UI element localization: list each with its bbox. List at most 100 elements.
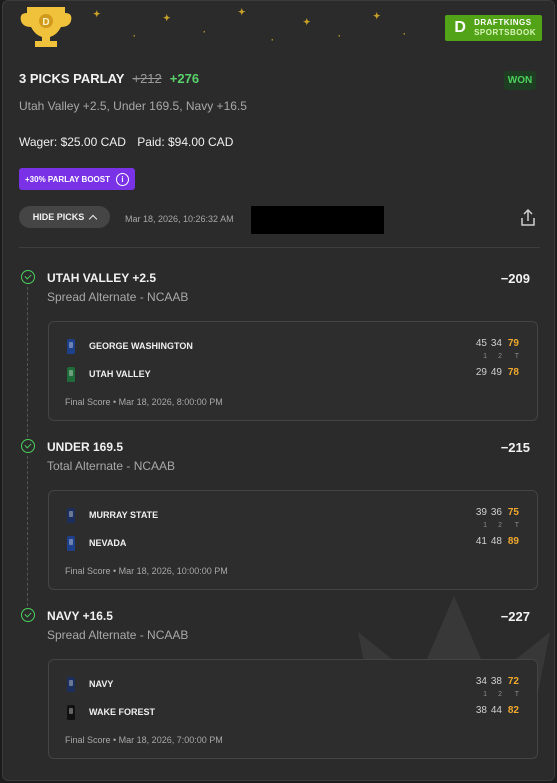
leg-connector — [27, 456, 28, 606]
leg-title: UNDER 169.5 — [47, 440, 124, 454]
game-score-card[interactable]: GEORGE WASHINGTON 45 34 79 1 2 T UTAH VA… — [48, 321, 538, 421]
leg-connector — [27, 287, 28, 437]
score-line: 45 34 79 — [472, 338, 519, 349]
jersey-icon — [67, 338, 75, 354]
trophy-icon: D — [20, 7, 72, 47]
draftkings-logo[interactable]: D DRAFTKINGS SPORTSBOOK — [445, 15, 542, 41]
team-row: NEVADA — [67, 535, 126, 551]
status-badge: WON — [504, 71, 536, 90]
final-score-info: Final Score • Mar 18, 2026, 8:00:00 PM — [65, 397, 223, 407]
period-1-header: 1 — [483, 522, 487, 529]
leg-odds: −209 — [500, 271, 530, 286]
selections-summary: Utah Valley +2.5, Under 169.5, Navy +16.… — [19, 99, 247, 113]
score-line: 38 44 82 — [472, 705, 519, 716]
period-headers: 1 2 T — [472, 353, 519, 360]
divider — [19, 247, 540, 248]
period-2-score: 48 — [490, 536, 502, 547]
period-1-score: 41 — [475, 536, 487, 547]
confetti-icon: · — [338, 31, 341, 41]
team-row: GEORGE WASHINGTON — [67, 338, 193, 354]
total-header: T — [514, 691, 519, 698]
period-headers: 1 2 T — [472, 522, 519, 529]
period-2-score: 44 — [490, 705, 502, 716]
confetti-icon: · — [203, 27, 206, 37]
total-score: 79 — [507, 338, 519, 349]
team-name: MURRAY STATE — [89, 510, 159, 520]
celebration-header: D ✦ · ✦ · ✦ · ✦ · ✦ · D DRAFTKINGS SPORT… — [3, 1, 554, 51]
period-1-score: 38 — [475, 705, 487, 716]
hide-picks-button[interactable]: HIDE PICKS — [19, 206, 110, 228]
confetti-icon: · — [133, 31, 136, 41]
boosted-odds: +276 — [169, 71, 200, 86]
brand-line-1: DRAFTKINGS — [474, 18, 532, 27]
period-1-header: 1 — [483, 353, 487, 360]
team-row: UTAH VALLEY — [67, 366, 151, 382]
bet-title: 3 PICKS PARLAY — [19, 71, 125, 86]
team-name: NAVY — [89, 679, 114, 689]
total-score: 75 — [507, 507, 519, 518]
period-2-score: 34 — [490, 338, 502, 349]
period-2-header: 2 — [498, 353, 502, 360]
total-score: 72 — [507, 676, 519, 687]
parlay-boost-badge[interactable]: +30% PARLAY BOOST i — [19, 168, 135, 190]
confetti-icon: ✦ — [163, 13, 171, 23]
draftkings-crown-icon: D — [454, 19, 466, 36]
hide-picks-label: HIDE PICKS — [32, 212, 85, 222]
final-score-info: Final Score • Mar 18, 2026, 10:00:00 PM — [65, 566, 228, 576]
bet-title-row: 3 PICKS PARLAY +212 +276 — [19, 71, 199, 86]
bet-card: D ✦ · ✦ · ✦ · ✦ · ✦ · D DRAFTKINGS SPORT… — [2, 0, 555, 781]
period-1-score: 29 — [475, 367, 487, 378]
paid-amount: Paid: $94.00 CAD — [137, 135, 234, 149]
total-header: T — [514, 522, 519, 529]
info-icon[interactable]: i — [116, 172, 129, 186]
jersey-icon — [67, 676, 75, 692]
bet-timestamp: Mar 18, 2026, 10:26:32 AM — [125, 214, 234, 224]
total-header: T — [514, 353, 519, 360]
jersey-icon — [67, 535, 75, 551]
boost-label: +30% PARLAY BOOST — [25, 174, 110, 184]
leg-title: NAVY +16.5 — [47, 609, 113, 623]
final-score-info: Final Score • Mar 18, 2026, 7:00:00 PM — [65, 735, 223, 745]
leg-market: Spread Alternate - NCAAB — [47, 628, 189, 642]
score-line: 34 38 72 — [472, 676, 519, 687]
wager-row: Wager: $25.00 CAD Paid: $94.00 CAD — [19, 135, 241, 149]
leg-market: Total Alternate - NCAAB — [47, 459, 176, 473]
check-circle-icon — [21, 439, 35, 453]
period-1-score: 34 — [475, 676, 487, 687]
jersey-icon — [67, 507, 75, 523]
period-2-score: 36 — [490, 507, 502, 518]
team-name: UTAH VALLEY — [89, 369, 151, 379]
period-1-header: 1 — [483, 691, 487, 698]
game-score-card[interactable]: MURRAY STATE 39 36 75 1 2 T NEVADA 41 48… — [48, 490, 538, 590]
team-name: WAKE FOREST — [89, 707, 156, 717]
confetti-icon: ✦ — [373, 11, 381, 21]
brand-line-2: SPORTSBOOK — [474, 28, 536, 37]
team-row: MURRAY STATE — [67, 507, 158, 523]
period-1-score: 39 — [475, 507, 487, 518]
check-circle-icon — [21, 608, 35, 622]
wager-amount: Wager: $25.00 CAD — [19, 135, 126, 149]
leg-odds: −215 — [500, 440, 530, 455]
svg-text:D: D — [42, 17, 49, 28]
check-circle-icon — [21, 270, 35, 284]
period-2-header: 2 — [498, 522, 502, 529]
jersey-icon — [67, 366, 75, 382]
confetti-icon: ✦ — [93, 9, 101, 19]
share-icon[interactable] — [520, 209, 536, 227]
chevron-up-icon — [89, 214, 98, 223]
confetti-icon: · — [403, 29, 406, 39]
total-score: 82 — [507, 705, 519, 716]
leg-market: Spread Alternate - NCAAB — [47, 290, 189, 304]
total-score: 78 — [507, 367, 519, 378]
score-line: 39 36 75 — [472, 507, 519, 518]
period-1-score: 45 — [475, 338, 487, 349]
game-score-card[interactable]: NAVY 34 38 72 1 2 T WAKE FOREST 38 44 82… — [48, 659, 538, 759]
confetti-icon: · — [271, 35, 274, 45]
redacted-block — [251, 206, 384, 234]
jersey-icon — [67, 704, 75, 720]
score-line: 29 49 78 — [472, 367, 519, 378]
confetti-icon: ✦ — [303, 17, 311, 27]
leg-odds: −227 — [500, 609, 530, 624]
period-headers: 1 2 T — [472, 691, 519, 698]
team-name: GEORGE WASHINGTON — [89, 341, 193, 351]
